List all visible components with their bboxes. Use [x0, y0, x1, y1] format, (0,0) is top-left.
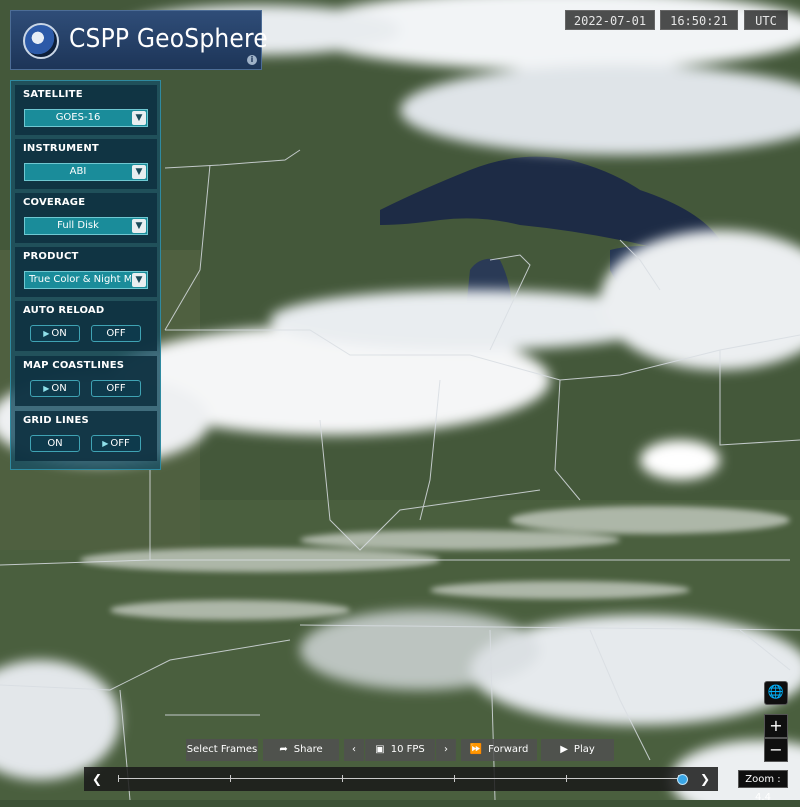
product-value: True Color & Night Mic: [29, 274, 131, 285]
play-triangle-icon: ▶: [43, 384, 50, 393]
play-button[interactable]: ▶ Play: [541, 739, 614, 761]
chevron-down-icon: ▼: [132, 111, 146, 125]
grid-lines-label: GRID LINES: [23, 415, 89, 426]
app-title: CSPP GeoSphere: [69, 24, 268, 54]
fps-label: 10 FPS: [390, 744, 425, 755]
instrument-select[interactable]: ABI ▼: [24, 163, 148, 181]
zoom-in-button[interactable]: +: [764, 714, 788, 738]
info-icon[interactable]: i: [247, 55, 257, 65]
satellite-select[interactable]: GOES-16 ▼: [24, 109, 148, 127]
timeline-bar[interactable]: ❮ ❯: [84, 767, 718, 791]
grid-lines-section: GRID LINES ON ▶ OFF: [15, 411, 157, 461]
share-icon: ➦: [279, 744, 288, 755]
app-header: CSPP GeoSphere i: [10, 10, 268, 70]
globe-button[interactable]: 🌐: [764, 681, 788, 705]
product-label: PRODUCT: [23, 251, 79, 262]
zoom-out-button[interactable]: −: [764, 738, 788, 762]
play-label: Play: [573, 744, 595, 755]
forward-label: Forward: [488, 744, 529, 755]
play-icon: ▶: [560, 744, 568, 755]
control-panel: SATELLITE GOES-16 ▼ INSTRUMENT ABI ▼ COV…: [10, 80, 161, 470]
map-coastlines-off-button[interactable]: OFF: [91, 380, 141, 397]
map-coastlines-on-button[interactable]: ▶ ON: [30, 380, 80, 397]
grid-lines-on-label: ON: [47, 438, 63, 449]
share-button[interactable]: ➦ Share: [263, 739, 339, 761]
fps-increase-button[interactable]: ›: [436, 739, 456, 761]
play-triangle-icon: ▶: [102, 439, 109, 448]
timezone-display: UTC: [744, 10, 788, 30]
grid-lines-on-button[interactable]: ON: [30, 435, 80, 452]
timeline-next-button[interactable]: ❯: [694, 767, 716, 791]
coverage-section: COVERAGE Full Disk ▼: [15, 193, 157, 243]
zoom-level: Zoom : 4.4: [738, 770, 788, 803]
timeline-tick: [454, 775, 455, 782]
timeline-tick: [566, 775, 567, 782]
select-frames-button[interactable]: Select Frames: [186, 739, 258, 761]
chevron-down-icon: ▼: [132, 165, 146, 179]
product-section: PRODUCT True Color & Night Mic ▼: [15, 247, 157, 297]
auto-reload-on-button[interactable]: ▶ ON: [30, 325, 80, 342]
timeline-tick: [342, 775, 343, 782]
date-display: 2022-07-01: [565, 10, 655, 30]
coverage-select[interactable]: Full Disk ▼: [24, 217, 148, 235]
auto-reload-section: AUTO RELOAD ▶ ON OFF: [15, 301, 157, 351]
fast-forward-icon: ⏩: [469, 744, 483, 755]
chevron-left-icon: ❮: [91, 772, 103, 786]
map-coastlines-section: MAP COASTLINES ▶ ON OFF: [15, 356, 157, 406]
geosphere-logo: [23, 23, 59, 59]
satellite-value: GOES-16: [55, 112, 101, 123]
timeline-prev-button[interactable]: ❮: [86, 767, 108, 791]
timeline-tick: [118, 775, 119, 782]
instrument-value: ABI: [69, 166, 87, 177]
coverage-label: COVERAGE: [23, 197, 86, 208]
auto-reload-on-label: ON: [51, 328, 67, 339]
instrument-section: INSTRUMENT ABI ▼: [15, 139, 157, 189]
auto-reload-off-label: OFF: [106, 328, 126, 339]
satellite-section: SATELLITE GOES-16 ▼: [15, 85, 157, 135]
product-select[interactable]: True Color & Night Mic ▼: [24, 271, 148, 289]
film-icon: ▣: [375, 744, 385, 755]
grid-lines-off-button[interactable]: ▶ OFF: [91, 435, 141, 452]
auto-reload-label: AUTO RELOAD: [23, 305, 105, 316]
map-coastlines-label: MAP COASTLINES: [23, 360, 125, 371]
instrument-label: INSTRUMENT: [23, 143, 99, 154]
fps-decrease-button[interactable]: ‹: [344, 739, 364, 761]
map-coastlines-off-label: OFF: [106, 383, 126, 394]
timeline-knob[interactable]: [677, 774, 688, 785]
timeline-track[interactable]: [118, 775, 683, 782]
share-label: Share: [293, 744, 323, 755]
chevron-right-icon: ❯: [699, 772, 711, 786]
map-coastlines-on-label: ON: [51, 383, 67, 394]
globe-icon: 🌐: [767, 685, 785, 700]
fps-display: ▣ 10 FPS: [365, 739, 435, 761]
chevron-left-icon: ‹: [352, 744, 356, 755]
chevron-down-icon: ▼: [132, 273, 146, 287]
auto-reload-off-button[interactable]: OFF: [91, 325, 141, 342]
chevron-down-icon: ▼: [132, 219, 146, 233]
time-display: 16:50:21: [660, 10, 738, 30]
chevron-right-icon: ›: [444, 744, 448, 755]
coverage-value: Full Disk: [57, 220, 99, 231]
play-triangle-icon: ▶: [43, 329, 50, 338]
grid-lines-off-label: OFF: [110, 438, 130, 449]
forward-button[interactable]: ⏩ Forward: [461, 739, 537, 761]
timeline-tick: [230, 775, 231, 782]
satellite-label: SATELLITE: [23, 89, 83, 100]
